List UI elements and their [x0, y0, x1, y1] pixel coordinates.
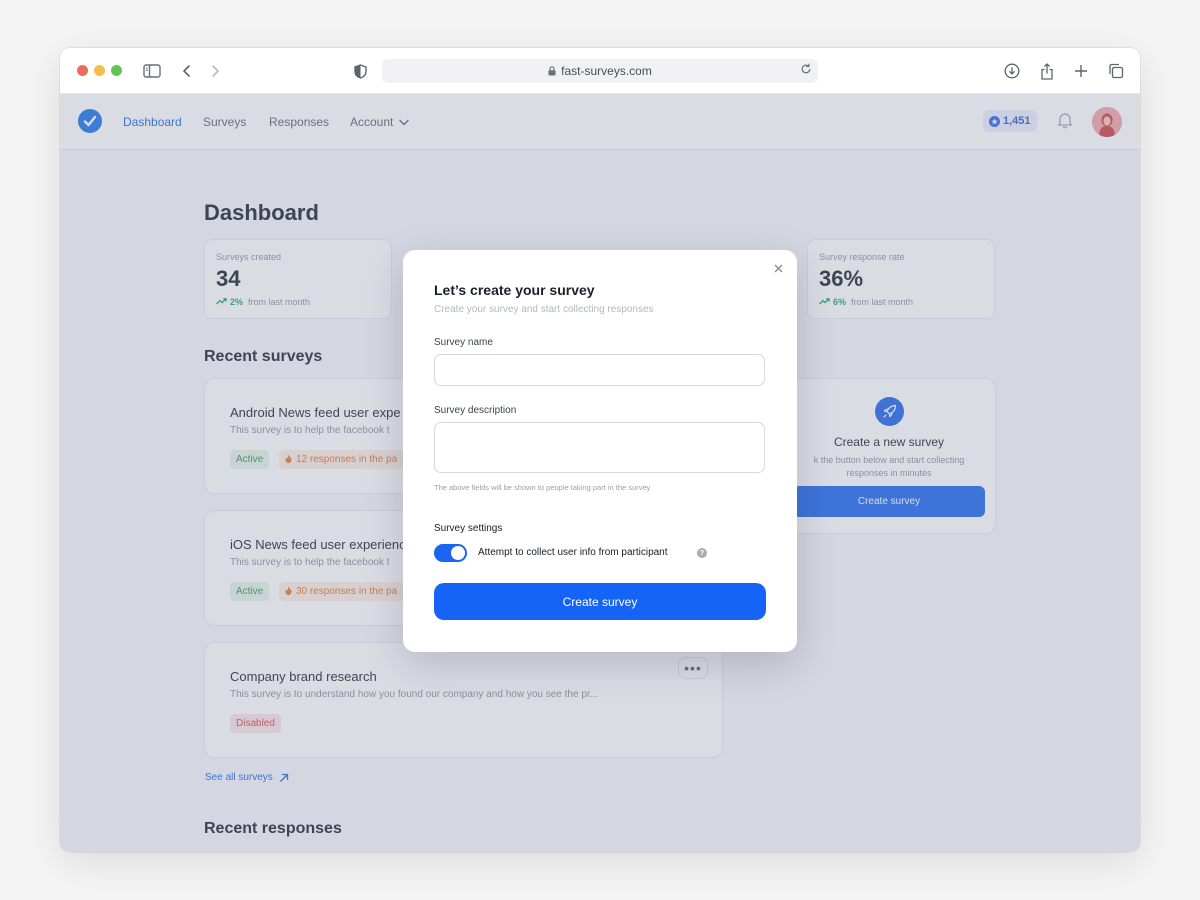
collect-user-info-label: Attempt to collect user info from partic… — [478, 547, 668, 558]
share-icon[interactable] — [1036, 60, 1058, 82]
survey-name-label: Survey name — [434, 337, 493, 348]
new-tab-icon[interactable] — [1070, 60, 1092, 82]
modal-title: Let’s create your survey — [434, 282, 595, 298]
browser-toolbar: fast-surveys.com — [60, 48, 1140, 94]
minimize-window-button[interactable] — [94, 65, 105, 76]
reload-icon[interactable] — [800, 63, 812, 75]
toggle-knob — [451, 546, 465, 560]
back-icon[interactable] — [176, 60, 198, 82]
create-survey-button[interactable]: Create survey — [434, 583, 766, 620]
forward-icon[interactable] — [204, 60, 226, 82]
collect-user-info-toggle[interactable] — [434, 544, 467, 562]
modal-subtitle: Create your survey and start collecting … — [434, 304, 654, 315]
close-window-button[interactable] — [77, 65, 88, 76]
browser-window: fast-surveys.com Dashboard Surveys Respo… — [60, 48, 1140, 852]
url-text: fast-surveys.com — [561, 64, 652, 78]
survey-settings-label: Survey settings — [434, 523, 503, 534]
lock-icon — [548, 66, 556, 76]
maximize-window-button[interactable] — [111, 65, 122, 76]
survey-name-input[interactable] — [434, 354, 765, 386]
download-icon[interactable] — [1001, 60, 1023, 82]
address-bar[interactable]: fast-surveys.com — [382, 59, 818, 83]
close-icon[interactable] — [770, 260, 786, 276]
create-survey-modal: Let’s create your survey Create your sur… — [403, 250, 797, 652]
shield-icon[interactable] — [349, 60, 371, 82]
fields-hint: The above fields will be shown to people… — [434, 483, 651, 492]
app-viewport: Dashboard Surveys Responses Account 1,45… — [60, 94, 1140, 852]
survey-description-input[interactable] — [434, 422, 765, 473]
tab-overview-icon[interactable] — [1105, 60, 1127, 82]
sidebar-toggle-icon[interactable] — [141, 60, 163, 82]
help-icon[interactable]: ? — [697, 548, 707, 558]
survey-description-label: Survey description — [434, 405, 517, 416]
